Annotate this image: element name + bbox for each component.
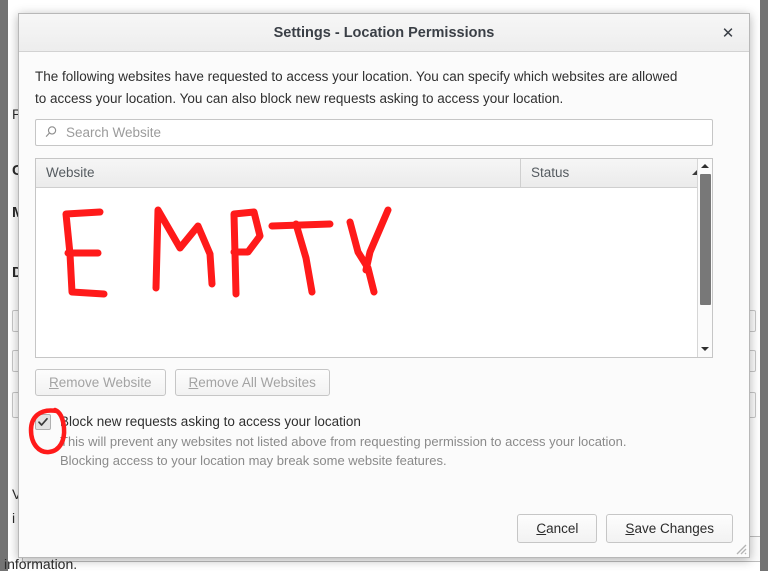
block-requests-help: This will prevent any websites not liste…: [60, 433, 733, 471]
column-header-website-label: Website: [46, 165, 95, 181]
block-requests-checkbox[interactable]: [35, 413, 51, 430]
column-header-status-label: Status: [531, 165, 570, 181]
column-header-website[interactable]: Website: [36, 159, 520, 187]
scrollbar-thumb[interactable]: [699, 173, 711, 305]
close-icon[interactable]: ✕: [717, 22, 739, 44]
dialog-titlebar: Settings - Location Permissions ✕: [19, 14, 749, 52]
search-website-field[interactable]: [35, 118, 713, 146]
settings-dialog: Settings - Location Permissions ✕ The fo…: [18, 13, 750, 558]
background-bottom-text: information.: [4, 556, 78, 571]
remove-website-mnemonic: R: [49, 374, 59, 390]
dialog-description: The following websites have requested to…: [35, 69, 678, 106]
scroll-up-button[interactable]: [698, 159, 713, 174]
remove-all-label: emove All Websites: [198, 374, 316, 390]
remove-website-button[interactable]: Remove Website: [35, 368, 166, 396]
table-body-empty[interactable]: [36, 187, 712, 357]
save-changes-button[interactable]: Save Changes: [606, 514, 733, 543]
search-input[interactable]: [35, 118, 713, 146]
table-header-row: Website Status: [36, 158, 712, 188]
cancel-label: ancel: [546, 521, 579, 536]
chevron-up-icon: [701, 164, 709, 169]
list-action-buttons: Remove Website Remove All Websites: [35, 368, 733, 396]
chevron-down-icon: [701, 347, 709, 352]
help-line-1: This will prevent any websites not liste…: [60, 434, 627, 450]
remove-all-mnemonic: R: [188, 374, 199, 390]
list-scrollbar[interactable]: [697, 158, 713, 357]
column-header-status[interactable]: Status: [520, 158, 712, 187]
dialog-body: The following websites have requested to…: [19, 52, 749, 557]
block-requests-label: Block new requests asking to access your…: [60, 413, 361, 429]
scroll-down-button[interactable]: [698, 342, 713, 357]
background-line: i: [12, 510, 16, 526]
remove-all-websites-button[interactable]: Remove All Websites: [174, 368, 330, 396]
dialog-footer: Cancel Save Changes: [517, 514, 733, 543]
website-permissions-list: Website Status: [35, 157, 713, 358]
help-line-2: Blocking access to your location may bre…: [60, 453, 447, 469]
checkmark-icon: [38, 417, 48, 426]
resize-grip[interactable]: [733, 541, 747, 555]
dialog-title: Settings - Location Permissions: [273, 24, 495, 41]
remove-website-label: emove Website: [58, 374, 152, 390]
cancel-mnemonic: C: [536, 521, 547, 536]
empty-annotation: [62, 206, 392, 298]
scrollbar-track[interactable]: [698, 173, 713, 342]
save-changes-label: ave Changes: [634, 521, 714, 536]
cancel-button[interactable]: Cancel: [517, 514, 598, 543]
block-requests-row: Block new requests asking to access your…: [28, 407, 733, 454]
